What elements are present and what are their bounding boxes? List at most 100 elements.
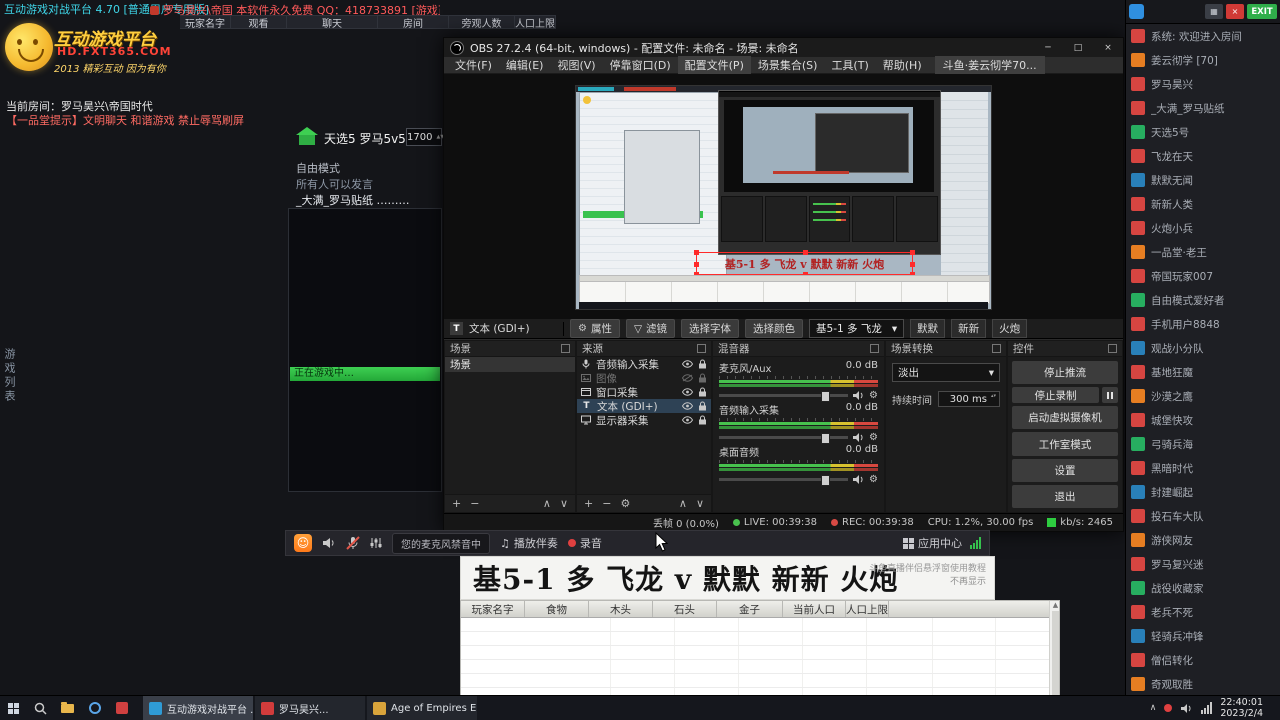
douyu-logo-icon[interactable]: ☺ xyxy=(294,534,312,552)
exit-button[interactable]: 退出 xyxy=(1012,484,1118,509)
audio-settings-icon[interactable] xyxy=(370,537,382,549)
pause-recording-button[interactable] xyxy=(1102,387,1118,404)
search-button[interactable] xyxy=(27,696,54,720)
eye-icon[interactable] xyxy=(682,416,693,424)
gear-icon[interactable]: ⚙ xyxy=(869,474,878,485)
stats-column-header[interactable]: 人口上限 xyxy=(846,601,889,617)
menu-file[interactable]: 文件(F) xyxy=(448,56,499,74)
lock-icon[interactable] xyxy=(698,401,707,411)
stats-column-header[interactable]: 石头 xyxy=(653,601,717,617)
viewer-list-item[interactable]: 奇观取胜 xyxy=(1126,672,1280,695)
viewer-list-item[interactable]: 老兵不死 xyxy=(1126,600,1280,624)
viewer-list-item[interactable]: 姜云彻学 [70] xyxy=(1126,48,1280,72)
source-row-window-capture[interactable]: 窗口采集 xyxy=(577,385,711,399)
duration-spinner[interactable]: 300 ms ▴▾ xyxy=(938,391,1000,407)
lock-icon[interactable] xyxy=(698,415,707,425)
table-row[interactable] xyxy=(461,646,1059,660)
remove-source-button[interactable]: − xyxy=(602,497,611,510)
text-chip[interactable]: 火炮 xyxy=(992,319,1028,338)
viewer-list-item[interactable]: 罗马复兴迷 xyxy=(1126,552,1280,576)
viewer-list-item[interactable]: 轻骑兵冲锋 xyxy=(1126,624,1280,648)
settings-button[interactable]: 设置 xyxy=(1012,458,1118,482)
tray-app-icon[interactable] xyxy=(1164,704,1173,712)
move-down-icon[interactable]: ∨ xyxy=(560,497,568,510)
source-row-text-gdi[interactable]: T 文本 (GDI+) xyxy=(577,399,711,413)
start-button[interactable] xyxy=(0,696,27,720)
mixer-panel-header[interactable]: 混音器 xyxy=(713,341,884,357)
viewer-list-item[interactable]: 封建崛起 xyxy=(1126,480,1280,504)
viewer-list-item[interactable]: 僧侣转化 xyxy=(1126,648,1280,672)
pin-icon[interactable] xyxy=(1108,344,1117,353)
gear-icon[interactable]: ⚙ xyxy=(869,432,878,443)
douyu-account-tab[interactable]: 斗鱼·姜云彻学70... xyxy=(934,56,1045,74)
game-list-vertical-tab[interactable]: 游戏列表 xyxy=(1,348,17,404)
eye-icon[interactable] xyxy=(682,402,693,410)
viewer-list-item[interactable]: 帝国玩家007 xyxy=(1126,264,1280,288)
eye-hidden-icon[interactable] xyxy=(682,374,693,382)
text-chip[interactable]: 默默 xyxy=(910,319,946,338)
menu-help[interactable]: 帮助(H) xyxy=(876,56,929,74)
sidebar-menu-button[interactable]: ▦ xyxy=(1205,4,1223,19)
viewer-list-item[interactable]: 城堡快攻 xyxy=(1126,408,1280,432)
table-row[interactable] xyxy=(461,618,1059,632)
minimize-button[interactable]: ─ xyxy=(1033,38,1063,57)
lock-icon[interactable] xyxy=(698,373,707,383)
menu-edit[interactable]: 编辑(E) xyxy=(499,56,551,74)
viewer-list-item[interactable]: 沙漠之鹰 xyxy=(1126,384,1280,408)
move-up-icon[interactable]: ∧ xyxy=(679,497,687,510)
remove-scene-button[interactable]: − xyxy=(470,497,479,510)
viewer-list-item[interactable]: 自由模式爱好者 xyxy=(1126,288,1280,312)
viewer-list-item[interactable]: 基地狂魔 xyxy=(1126,360,1280,384)
choose-font-button[interactable]: 选择字体 xyxy=(681,319,740,338)
platform-column-header[interactable]: 观看 xyxy=(231,15,287,29)
pinned-browser[interactable] xyxy=(81,696,108,720)
menu-docks[interactable]: 停靠窗口(D) xyxy=(603,56,678,74)
lock-icon[interactable] xyxy=(698,359,707,369)
room-value-spinner[interactable]: 1700 ▲▼ xyxy=(406,128,444,146)
viewer-list-item[interactable]: 新新人类 xyxy=(1126,192,1280,216)
exit-button[interactable]: EXIT xyxy=(1247,4,1277,19)
pinned-file-explorer[interactable] xyxy=(54,696,81,720)
menu-scene-collection[interactable]: 场景集合(S) xyxy=(751,56,825,74)
mic-muted-icon[interactable] xyxy=(346,536,360,550)
platform-column-header[interactable]: 人口上限 xyxy=(515,15,556,29)
volume-slider[interactable] xyxy=(719,391,849,402)
add-scene-button[interactable]: + xyxy=(452,497,461,510)
viewer-list-item[interactable]: 黑暗时代 xyxy=(1126,456,1280,480)
stop-streaming-button[interactable]: 停止推流 xyxy=(1012,361,1118,385)
transitions-panel-header[interactable]: 场景转换 xyxy=(886,341,1006,357)
selection-handle[interactable] xyxy=(694,250,699,255)
pin-icon[interactable] xyxy=(697,344,706,353)
record-button[interactable]: 录音 xyxy=(567,535,602,551)
viewer-list-item[interactable]: 罗马昊兴 xyxy=(1126,72,1280,96)
close-button[interactable]: × xyxy=(1093,38,1123,57)
speaker-icon[interactable] xyxy=(322,537,336,549)
menu-profile[interactable]: 配置文件(P) xyxy=(677,56,751,74)
chat-app-icon[interactable] xyxy=(1129,4,1144,19)
table-row[interactable] xyxy=(461,632,1059,646)
add-source-button[interactable]: + xyxy=(584,497,593,510)
spinner-arrows-icon[interactable]: ▴▾ xyxy=(989,394,998,399)
virtual-camera-button[interactable]: 启动虚拟摄像机 xyxy=(1012,406,1118,430)
platform-column-header[interactable]: 房间 xyxy=(378,15,449,29)
viewer-list-item[interactable]: 天选5号 xyxy=(1126,120,1280,144)
volume-slider[interactable] xyxy=(719,475,849,486)
sources-panel-header[interactable]: 来源 xyxy=(577,341,711,357)
pin-icon[interactable] xyxy=(992,344,1001,353)
text-chip[interactable]: 新新 xyxy=(951,319,987,338)
text-preset-combo[interactable]: 基5-1 多 飞龙 ▾ xyxy=(809,319,905,338)
text-source-selection-box[interactable]: 基5-1 多 飞龙 v 默默 新新 火炮 xyxy=(694,250,915,277)
scrollbar-thumb[interactable] xyxy=(1052,611,1059,707)
tray-expand-icon[interactable]: ∧ xyxy=(1150,703,1157,713)
taskbar-app-button[interactable]: Age of Empires E... xyxy=(367,696,477,720)
stop-recording-button[interactable]: 停止录制 xyxy=(1012,387,1099,404)
platform-column-header[interactable]: 玩家名字 xyxy=(180,15,231,29)
source-row-display-capture[interactable]: 显示器采集 xyxy=(577,413,711,427)
app-center-button[interactable]: 应用中心 xyxy=(903,535,962,551)
viewer-list-item[interactable]: 投石车大队 xyxy=(1126,504,1280,528)
move-down-icon[interactable]: ∨ xyxy=(696,497,704,510)
network-icon[interactable] xyxy=(1201,702,1213,714)
scene-item[interactable]: 场景 xyxy=(445,357,575,372)
viewer-list-item[interactable]: _大满_罗马贴纸 xyxy=(1126,96,1280,120)
gear-icon[interactable]: ⚙ xyxy=(869,390,878,401)
